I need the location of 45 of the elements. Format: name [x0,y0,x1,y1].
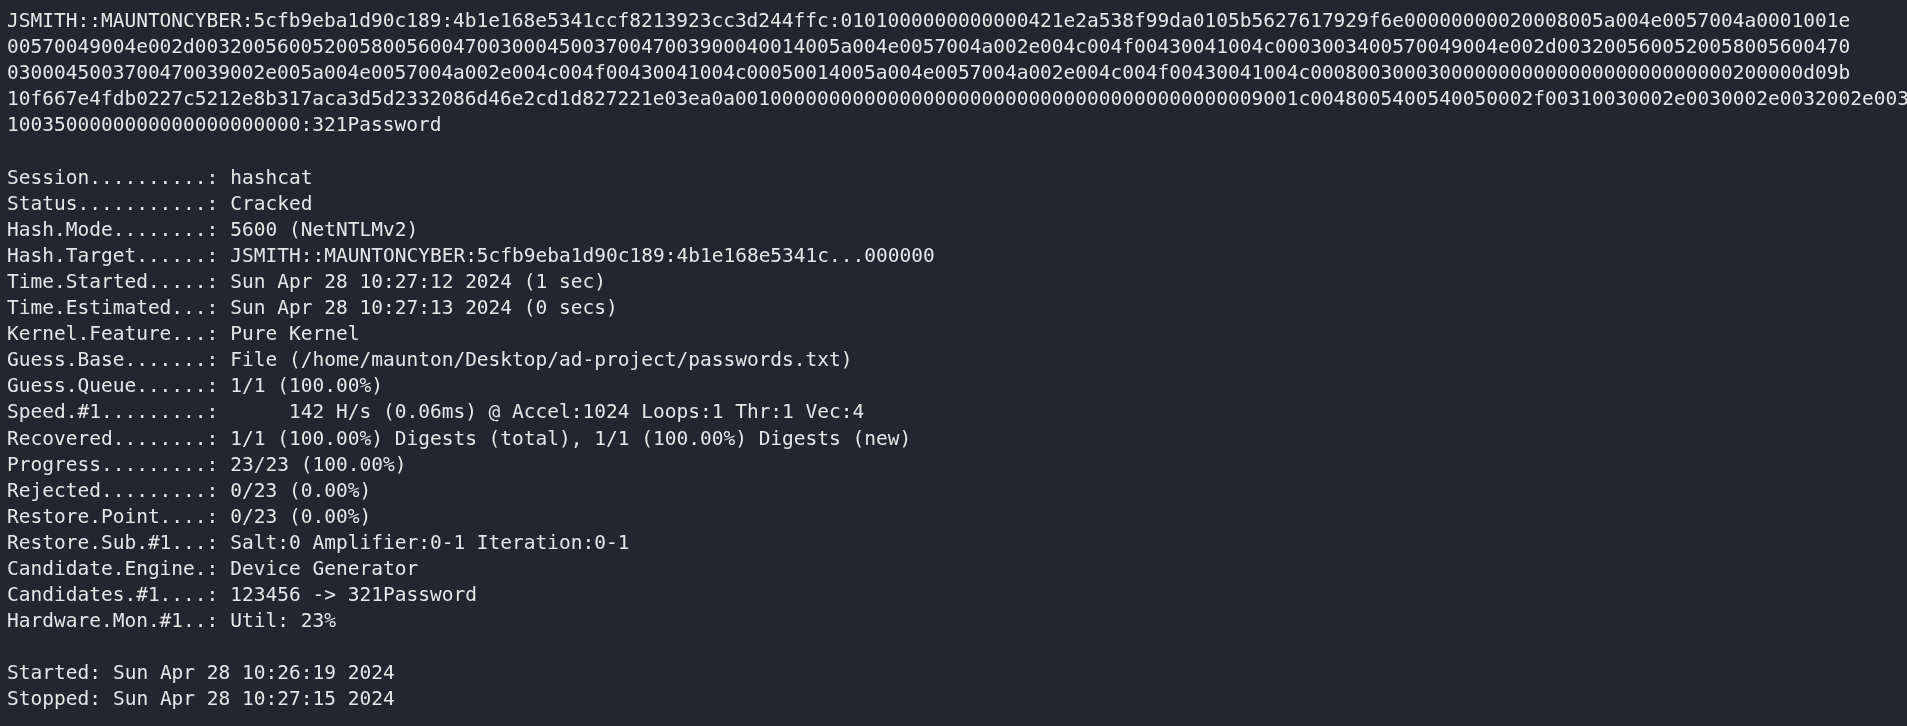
status-label: Recovered........: [7,425,219,452]
status-label: Time.Started.....: [7,268,219,295]
status-value: Util: 23% [230,608,336,635]
hash-output-line: 0300045003700470039002e005a004e0057004a002e004c004f00430041004c00050014005a004e0057004a002e004c004f00430041004c000800300030000000000000000000000000200000d09b [7,61,1851,85]
status-value: hashcat [230,164,313,191]
hash-output-line: JSMITH::MAUNTONCYBER:5cfb9eba1d90c189:4b1e168e5341ccf8213923cc3d244ffc:0101000000000000421e2a538f99da0105b5627617929f6e00000000020008005a004e0057004a0001001e [7,9,1851,32]
status-label: Guess.Base.......: [7,347,219,374]
timing-label: Started: [7,660,101,687]
status-value: 0/23 (0.00%) [230,503,372,530]
status-value: Sun Apr 28 10:27:12 2024 (1 sec) [230,268,606,295]
status-label: Hardware.Mon.#1..: [7,608,219,635]
status-value: Salt:0 Amplifier:0-1 Iteration:0-1 [230,529,630,556]
status-label: Session..........: [7,164,219,191]
status-label: Rejected.........: [7,477,219,504]
status-label: Speed.#1.........: [7,399,219,426]
status-label: Progress.........: [7,451,219,478]
status-value: 0/23 (0.00%) [230,477,372,504]
status-label: Time.Estimated...: [7,295,219,322]
status-value: Cracked [230,190,313,217]
hash-output-line: 00570049004e002d0032005600520058005600470030004500370047003900040014005a004e0057004a002e004c004f00430041004c0003003400570049004e002d0032005600520058005600470 [7,35,1851,59]
hash-output-line: 10f667e4fdb0227c5212e8b317aca3d5d2332086d46e2cd1d827221e03ea0a001000000000000000000000000000000000000000009001c0048005400540050002f00310030002e0030002e0032002e003 [7,87,1907,111]
status-value: 123456 -> 321Password [230,582,477,609]
status-label: Candidate.Engine.: [7,555,219,582]
status-label: Restore.Point....: [7,503,219,530]
status-value: JSMITH::MAUNTONCYBER:5cfb9eba1d90c189:4b1e168e5341c...000000 [230,242,935,269]
status-label: Status...........: [7,190,219,217]
status-value: 23/23 (100.00%) [230,451,407,478]
status-value: 142 H/s (0.06ms) @ Accel:1024 Loops:1 Thr:1 Vec:4 [288,399,865,426]
timing-label: Stopped: [7,686,101,713]
status-label: Hash.Mode........: [7,216,219,243]
hash-output-line: 1003500000000000000000000:321Password [7,113,442,137]
status-label: Candidates.#1....: [7,582,219,609]
status-value: Device Generator [230,555,419,582]
status-value: 5600 (NetNTLMv2) [230,216,419,243]
status-value: 1/1 (100.00%) [230,373,383,400]
status-value: Pure Kernel [230,321,360,348]
status-label: Kernel.Feature...: [7,321,219,348]
status-value: Sun Apr 28 10:27:13 2024 (0 secs) [230,295,618,322]
status-value: 1/1 (100.00%) Digests (total), 1/1 (100.00%) Digests (new) [230,425,912,452]
timing-value: Sun Apr 28 10:27:15 2024 [112,686,395,713]
status-label: Restore.Sub.#1...: [7,529,219,556]
status-label: Hash.Target......: [7,242,219,269]
status-value: File (/home/maunton/Desktop/ad-project/passwords.txt) [230,347,853,374]
timing-value: Sun Apr 28 10:26:19 2024 [112,660,395,687]
status-label: Guess.Queue......: [7,373,219,400]
